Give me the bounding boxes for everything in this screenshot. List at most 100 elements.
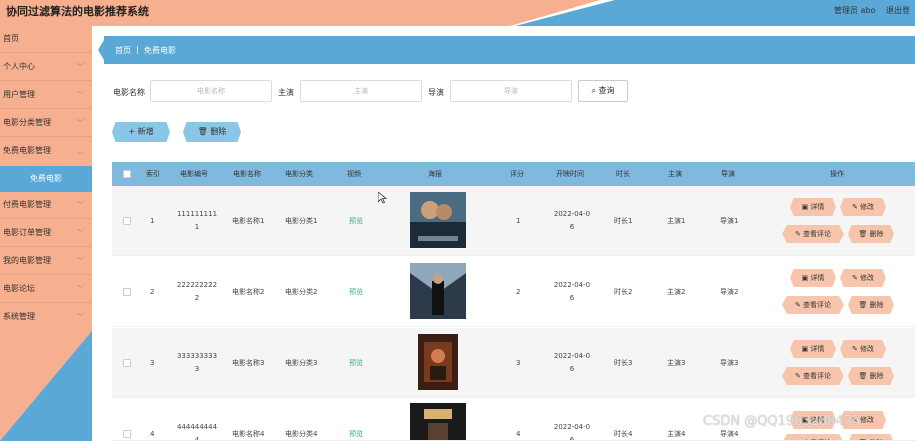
- sidebar-item-home[interactable]: 首页: [0, 26, 92, 52]
- trash-icon: 🗑: [197, 127, 208, 136]
- sidebar-divider: [0, 108, 92, 109]
- movie-code-line1: 111111111: [176, 210, 218, 218]
- detail-button[interactable]: ▣ 详情: [790, 269, 836, 287]
- director-label: 导演: [428, 88, 444, 97]
- delete-button[interactable]: 🗑 删除: [848, 225, 894, 243]
- movie-duration: 时长1: [614, 217, 633, 225]
- movie-duration: 时长4: [614, 430, 633, 438]
- movie-code: 222222222 2: [175, 279, 219, 305]
- detail-icon: ▣: [801, 203, 809, 211]
- sidebar-item-categories[interactable]: 电影分类管理 ﹀: [0, 110, 92, 136]
- movie-name: 电影名称1: [232, 217, 265, 225]
- sidebar-item-free-movies[interactable]: 免费电影管理 ︿: [0, 138, 92, 164]
- table-row: 1 111111111 1 电影名称1 电影分类1 预览 1 2022-04-0 6…: [112, 186, 915, 256]
- edit-button[interactable]: ✎ 修改: [840, 269, 886, 287]
- movie-director: 导演2: [720, 288, 739, 296]
- edit-icon: ✎: [851, 203, 858, 211]
- column-header: 视频: [347, 170, 361, 178]
- sidebar-item-profile[interactable]: 个人中心 ﹀: [0, 54, 92, 80]
- sidebar-item-system[interactable]: 系统管理 ﹀: [0, 304, 92, 330]
- movie-code-line1: 444444444: [176, 423, 218, 431]
- sidebar-item-my-movies[interactable]: 我的电影管理 ﹀: [0, 248, 92, 274]
- trash-icon: 🗑: [858, 301, 868, 309]
- chevron-down-icon: ﹀: [77, 201, 84, 209]
- user-area: 管理员 abo 退出登: [834, 5, 910, 16]
- release-date-line2: 6: [569, 436, 575, 441]
- sidebar-item-users[interactable]: 用户管理 ﹀: [0, 82, 92, 108]
- sidebar-subitem-free-movie[interactable]: 免费电影: [0, 166, 92, 192]
- sidebar-item-label: 电影论坛: [3, 284, 35, 293]
- view-comments-button[interactable]: ✎ 查看评论: [782, 225, 844, 243]
- sidebar-item-label: 付费电影管理: [3, 200, 51, 209]
- row-checkbox[interactable]: [123, 359, 131, 367]
- delete-button[interactable]: 🗑 删除: [848, 296, 894, 314]
- breadcrumb-home[interactable]: 首页: [115, 45, 131, 56]
- chevron-down-icon: ﹀: [77, 285, 84, 293]
- delete-button[interactable]: 🗑 删除: [848, 367, 894, 385]
- view-comments-button[interactable]: ✎ 查看评论: [782, 296, 844, 314]
- video-preview-link[interactable]: 预览: [349, 286, 363, 299]
- select-all-checkbox[interactable]: [123, 170, 131, 178]
- view-comments-label: 查看评论: [803, 372, 832, 380]
- edit-button[interactable]: ✎ 修改: [840, 340, 886, 358]
- row-checkbox[interactable]: [123, 288, 131, 296]
- table-row: 2 222222222 2 电影名称2 电影分类2 预览 2 2022-04-0 6…: [112, 257, 915, 327]
- release-date-line1: 2022-04-0: [553, 210, 591, 218]
- row-checkbox[interactable]: [123, 217, 131, 225]
- detail-button-label: 详情: [810, 274, 825, 282]
- sidebar-item-orders[interactable]: 电影订单管理 ﹀: [0, 220, 92, 246]
- edit-button[interactable]: ✎ 修改: [840, 198, 886, 216]
- column-header: 电影名称: [233, 170, 261, 178]
- movie-name-input[interactable]: 电影名称: [150, 80, 272, 102]
- actor-input[interactable]: 主演: [300, 80, 422, 102]
- movie-poster: [418, 334, 458, 390]
- add-button[interactable]: + 新增: [112, 122, 170, 142]
- movie-code-line2: 2: [194, 294, 200, 302]
- view-comments-button[interactable]: ✎ 查看评论: [782, 367, 844, 385]
- detail-button-label: 详情: [810, 203, 825, 211]
- delete-button[interactable]: 🗑 删除: [848, 434, 894, 440]
- movie-category: 电影分类1: [285, 217, 318, 225]
- delete-button-label: 删除: [869, 301, 884, 309]
- director-input[interactable]: 导演: [450, 80, 572, 102]
- movie-category: 电影分类4: [285, 430, 318, 438]
- detail-button[interactable]: ▣ 详情: [790, 198, 836, 216]
- logout-link[interactable]: 退出登: [886, 6, 910, 15]
- breadcrumb-current: 免费电影: [144, 46, 176, 55]
- movie-actor: 主演4: [667, 430, 686, 438]
- sidebar-item-forum[interactable]: 电影论坛 ﹀: [0, 276, 92, 302]
- movie-code-line2: 1: [194, 223, 200, 231]
- movie-poster: [410, 192, 466, 248]
- row-checkbox[interactable]: [123, 430, 131, 438]
- edit-icon: ✎: [794, 230, 801, 238]
- video-preview-link[interactable]: 预览: [349, 428, 363, 440]
- edit-icon: ✎: [794, 372, 801, 380]
- sidebar-item-label: 我的电影管理: [3, 256, 51, 265]
- edit-icon: ✎: [794, 301, 801, 309]
- chevron-up-icon: ︿: [77, 147, 84, 155]
- movie-code: 444444444 4: [175, 421, 219, 440]
- movie-score: 3: [516, 359, 521, 367]
- breadcrumb: 首页 | 免费电影: [104, 36, 915, 64]
- batch-delete-button[interactable]: 🗑 删除: [183, 122, 241, 142]
- detail-icon: ▣: [801, 345, 809, 353]
- chevron-down-icon: ﹀: [77, 229, 84, 237]
- sidebar-divider: [0, 274, 92, 275]
- detail-button-label: 详情: [810, 345, 825, 353]
- sidebar-item-label: 个人中心: [3, 62, 35, 71]
- detail-button[interactable]: ▣ 详情: [790, 340, 836, 358]
- chevron-down-icon: ﹀: [77, 313, 84, 321]
- release-date-line1: 2022-04-0: [553, 352, 591, 360]
- movie-name: 电影名称3: [232, 359, 265, 367]
- table-row: 3 333333333 3 电影名称3 电影分类3 预览 3 2022-04-0 6…: [112, 328, 915, 398]
- sidebar-item-label: 用户管理: [3, 90, 35, 99]
- query-button[interactable]: ⌕ 查询: [578, 80, 628, 102]
- mouse-cursor-icon: [378, 192, 387, 204]
- sidebar-item-paid-movies[interactable]: 付费电影管理 ﹀: [0, 192, 92, 218]
- video-preview-link[interactable]: 预览: [349, 215, 363, 228]
- column-header: 索引: [146, 170, 160, 178]
- row-index: 2: [150, 288, 155, 296]
- column-header: 主演: [668, 170, 682, 178]
- view-comments-button[interactable]: ✎ 查看评论: [782, 434, 844, 440]
- video-preview-link[interactable]: 预览: [349, 357, 363, 370]
